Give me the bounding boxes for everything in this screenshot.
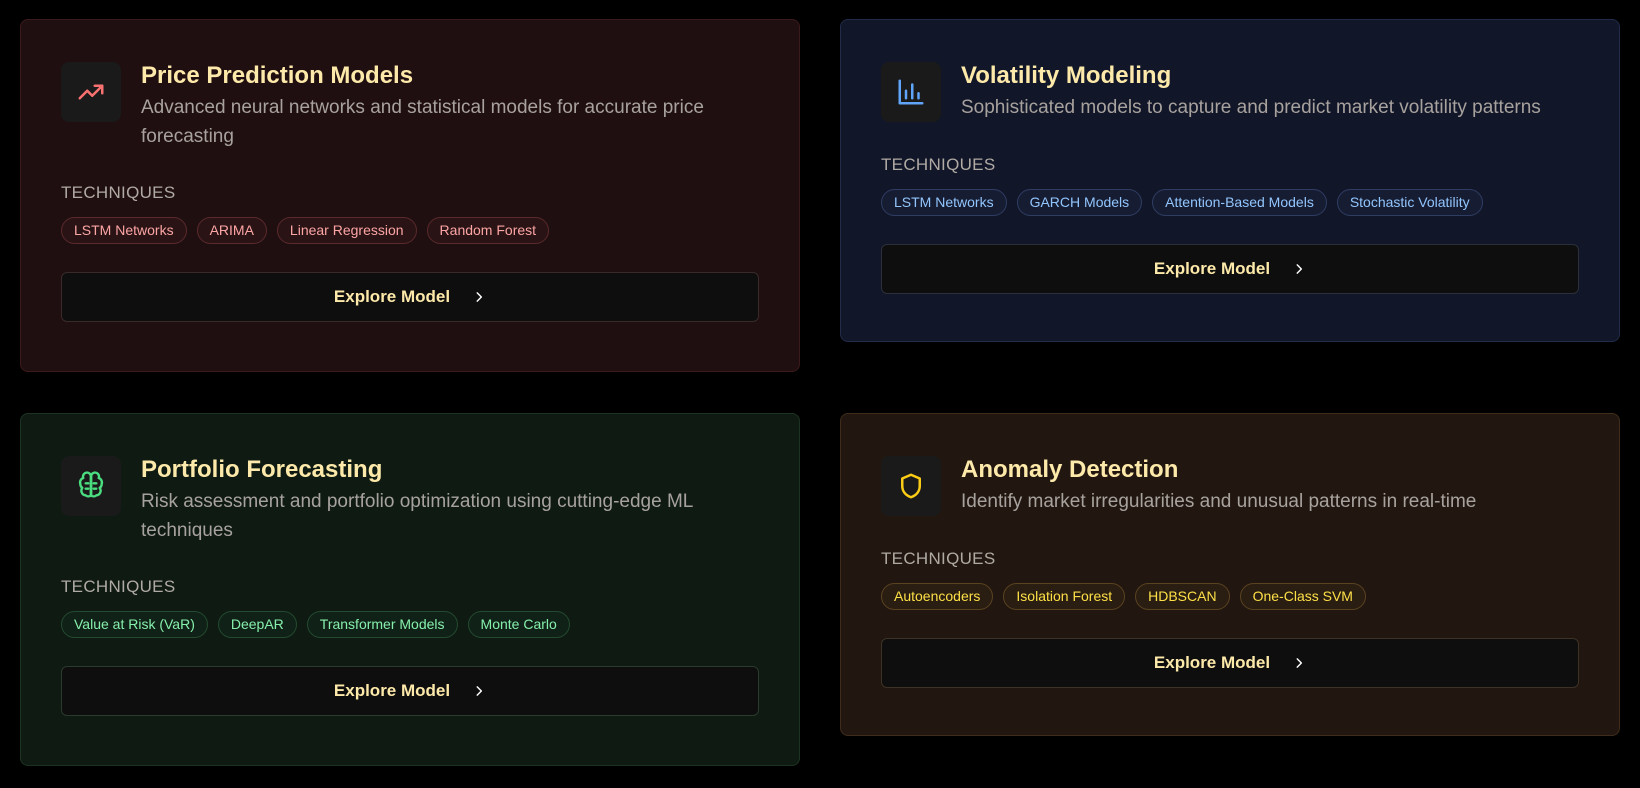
trending-up-icon [61, 62, 121, 122]
technique-tag: One-Class SVM [1239, 583, 1366, 610]
explore-model-button[interactable]: Explore Model [881, 638, 1579, 688]
technique-tag: Monte Carlo [467, 611, 570, 638]
techniques-tags: LSTM Networks GARCH Models Attention-Bas… [881, 189, 1579, 216]
card-anomaly-detection: Anomaly Detection Identify market irregu… [840, 413, 1620, 736]
technique-tag: Value at Risk (VaR) [61, 611, 208, 638]
card-description: Risk assessment and portfolio optimizati… [141, 491, 693, 541]
technique-tag: Stochastic Volatility [1336, 189, 1483, 216]
techniques-label: TECHNIQUES [61, 577, 176, 596]
technique-tag: DeepAR [217, 611, 297, 638]
technique-tag: Autoencoders [881, 583, 994, 610]
card-description: Advanced neural networks and statistical… [141, 97, 704, 147]
card-description: Sophisticated models to capture and pred… [961, 97, 1541, 118]
chevron-right-icon [472, 684, 486, 698]
explore-model-label: Explore Model [333, 681, 451, 700]
card-title: Price Prediction Models [141, 62, 414, 89]
card-header: Portfolio Forecasting Risk assessment an… [61, 454, 759, 545]
techniques-tags: LSTM Networks ARIMA Linear Regression Ra… [61, 217, 759, 244]
technique-tag: GARCH Models [1016, 189, 1143, 216]
technique-tag: ARIMA [196, 217, 267, 244]
bar-chart-icon [881, 62, 941, 122]
model-card-grid: Price Prediction Models Advanced neural … [0, 0, 1640, 788]
explore-model-label: Explore Model [1153, 653, 1271, 672]
techniques-label: TECHNIQUES [61, 183, 176, 202]
card-title: Volatility Modeling [961, 62, 1172, 89]
technique-tag: Attention-Based Models [1152, 189, 1327, 216]
card-portfolio-forecasting: Portfolio Forecasting Risk assessment an… [20, 413, 800, 766]
explore-model-label: Explore Model [333, 287, 451, 306]
technique-tag: LSTM Networks [61, 217, 187, 244]
technique-tag: HDBSCAN [1135, 583, 1230, 610]
technique-tag: Linear Regression [276, 217, 417, 244]
techniques-label: TECHNIQUES [881, 549, 996, 568]
techniques-label: TECHNIQUES [881, 155, 996, 174]
techniques-tags: Autoencoders Isolation Forest HDBSCAN On… [881, 583, 1579, 610]
technique-tag: Random Forest [426, 217, 550, 244]
shield-icon [881, 456, 941, 516]
explore-model-button[interactable]: Explore Model [881, 244, 1579, 294]
card-volatility-modeling: Volatility Modeling Sophisticated models… [840, 19, 1620, 342]
explore-model-button[interactable]: Explore Model [61, 666, 759, 716]
chevron-right-icon [472, 290, 486, 304]
chevron-right-icon [1292, 656, 1306, 670]
technique-tag: Transformer Models [306, 611, 458, 638]
explore-model-label: Explore Model [1153, 259, 1271, 278]
chevron-right-icon [1292, 262, 1306, 276]
explore-model-button[interactable]: Explore Model [61, 272, 759, 322]
card-title: Anomaly Detection [961, 456, 1179, 483]
brain-icon [61, 456, 121, 516]
card-title: Portfolio Forecasting [141, 456, 383, 483]
card-description: Identify market irregularities and unusu… [961, 491, 1477, 512]
techniques-tags: Value at Risk (VaR) DeepAR Transformer M… [61, 611, 759, 638]
card-header: Volatility Modeling Sophisticated models… [881, 60, 1579, 122]
card-header: Anomaly Detection Identify market irregu… [881, 454, 1579, 516]
technique-tag: Isolation Forest [1003, 583, 1126, 610]
card-header: Price Prediction Models Advanced neural … [61, 60, 759, 151]
technique-tag: LSTM Networks [881, 189, 1007, 216]
card-price-prediction: Price Prediction Models Advanced neural … [20, 19, 800, 372]
